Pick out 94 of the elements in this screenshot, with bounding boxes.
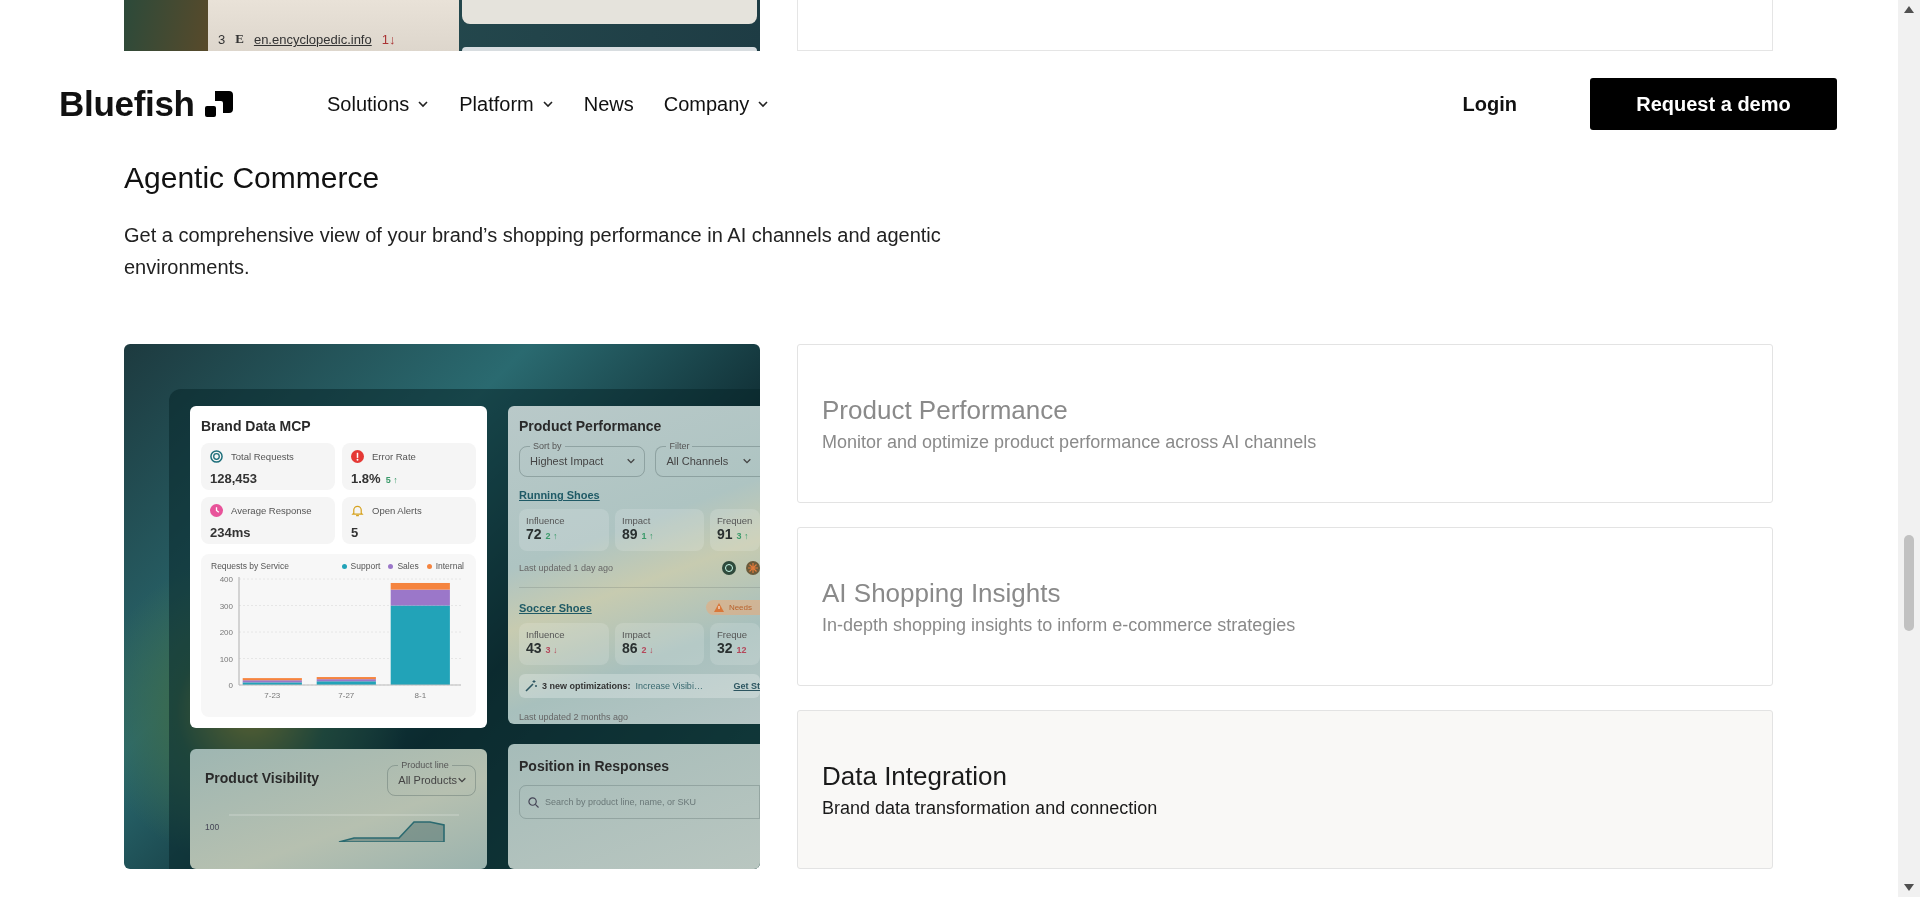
caret-icon [417,98,430,110]
axis-tick-label: 0 [228,681,233,690]
stat-label: Average Response [231,505,312,516]
optimization-detail: Increase Visibi… [635,681,703,691]
login-link[interactable]: Login [1462,92,1517,116]
card-title: Brand Data MCP [201,417,312,435]
product-link[interactable]: Soccer Shoes [519,601,592,614]
stat-label: Error Rate [372,451,416,462]
logo-icon [204,91,233,117]
feature-title: Data Integration [822,759,1008,793]
feature-description: Monitor and optimize product performance across AI channels [822,430,1318,454]
request-demo-button[interactable]: Request a demo [1590,78,1837,130]
chart-title: Requests by Service [211,561,289,571]
axis-tick-label: 100 [219,654,233,664]
metric-label: Influence [526,629,566,640]
product-link[interactable]: Running Shoes [519,489,600,501]
logo-text[interactable]: Bluefish [59,84,195,124]
magic-wand-icon [525,680,537,692]
metric-label: Influence [526,515,566,526]
stat-value: 1.8% [351,471,381,486]
metric-label: Impact [622,629,652,640]
nav-link[interactable]: Solutions [327,92,430,116]
metric-value: 32 [717,640,733,656]
stat-value: 128,453 [210,471,257,486]
product-line-dropdown[interactable]: Product line All Products [387,760,476,796]
stat-change: 5 ↑ [385,475,398,485]
metric-change: 12 [736,645,747,655]
metric-value: 89 [622,526,638,542]
sort-dropdown[interactable]: Sort by Highest Impact [519,441,646,477]
nav-link[interactable]: News [583,92,634,116]
domain-link[interactable]: en.encyclopedic.info [253,32,372,47]
error-icon [351,450,364,463]
metric-label: Freque [717,629,749,640]
axis-tick-label: 7-23 [264,691,281,700]
feature-description: In-depth shopping insights to inform e-commerce strategies [822,613,1297,637]
metric-value: 91 [717,526,733,542]
legend-label: Sales [397,561,419,571]
badge-label: Needs [728,603,752,612]
stat-label: Open Alerts [372,505,422,516]
metric-value: 86 [622,640,638,656]
metric-value: 72 [526,526,542,542]
last-updated-text: Last updated 1 day ago [519,563,614,573]
search-icon [528,796,539,808]
axis-tick-label: 200 [219,628,233,637]
metric-change: 1 ↑ [641,531,654,541]
metric-change: 2 ↓ [641,645,654,655]
filter-dropdown[interactable]: Filter All Channels [655,441,760,477]
section-title: Agentic Commerce [124,160,380,196]
rank-change: 1↓ [381,32,396,47]
stat-label: Total Requests [231,451,294,462]
metric-change: 2 ↑ [545,531,558,541]
burst-logo-icon [746,561,760,575]
section-description: Get a comprehensive view of your brand’s shopping performance in AI channels and agentic environments. [124,223,942,280]
axis-tick-label: 100 [205,822,220,832]
scroll-down-arrow-icon[interactable] [1903,883,1915,892]
feature-card[interactable]: AI Shopping Insights In-depth shopping insights to inform e-commerce strategies [797,527,1773,686]
stat-value: 5 [351,525,359,540]
scrollbar-thumb[interactable] [1904,535,1914,631]
feature-card[interactable]: Product Performance Monitor and optimize product performance across AI channels [797,344,1773,503]
metric-label: Frequen [717,515,753,526]
card-title: Position in Responses [519,757,671,775]
axis-tick-label: 7-27 [338,691,355,700]
metric-label: Impact [622,515,652,526]
feature-title: AI Shopping Insights [822,576,1062,610]
metric-change: 3 ↓ [545,645,558,655]
get-started-link[interactable]: Get St [733,681,760,691]
card-title: Product Visibility [205,769,320,787]
last-updated-text: Last updated 2 months ago [519,712,629,722]
metric-change: 3 ↑ [736,531,749,541]
target-icon [210,450,223,463]
source-letter: E [235,31,244,47]
nav-link[interactable]: Platform [459,92,554,116]
bell-icon [351,504,364,517]
card-title: Product Performance [519,417,663,435]
metric-value: 43 [526,640,542,656]
legend-label: Support [350,561,381,571]
search-placeholder: Search by product line, name, or SKU [545,797,697,807]
nav-link[interactable]: Company [663,92,770,116]
scroll-up-arrow-icon[interactable] [1903,5,1915,14]
knot-logo-icon [722,561,736,575]
axis-tick-label: 400 [219,575,233,584]
optimization-count: 3 new optimizations: [542,681,631,691]
rank-number: 3 [218,32,226,47]
axis-tick-label: 8-1 [414,691,427,700]
legend-label: Internal [435,561,464,571]
stat-value: 234ms [210,525,251,540]
feature-title: Product Performance [822,393,1069,427]
warning-icon [713,603,724,612]
axis-tick-label: 300 [219,601,233,611]
feature-description: Brand data transformation and connection [822,796,1159,820]
caret-icon [757,98,770,110]
clock-icon [210,504,223,517]
feature-card[interactable]: Data Integration Brand data transformation and connection [797,710,1773,869]
caret-icon [541,98,554,110]
